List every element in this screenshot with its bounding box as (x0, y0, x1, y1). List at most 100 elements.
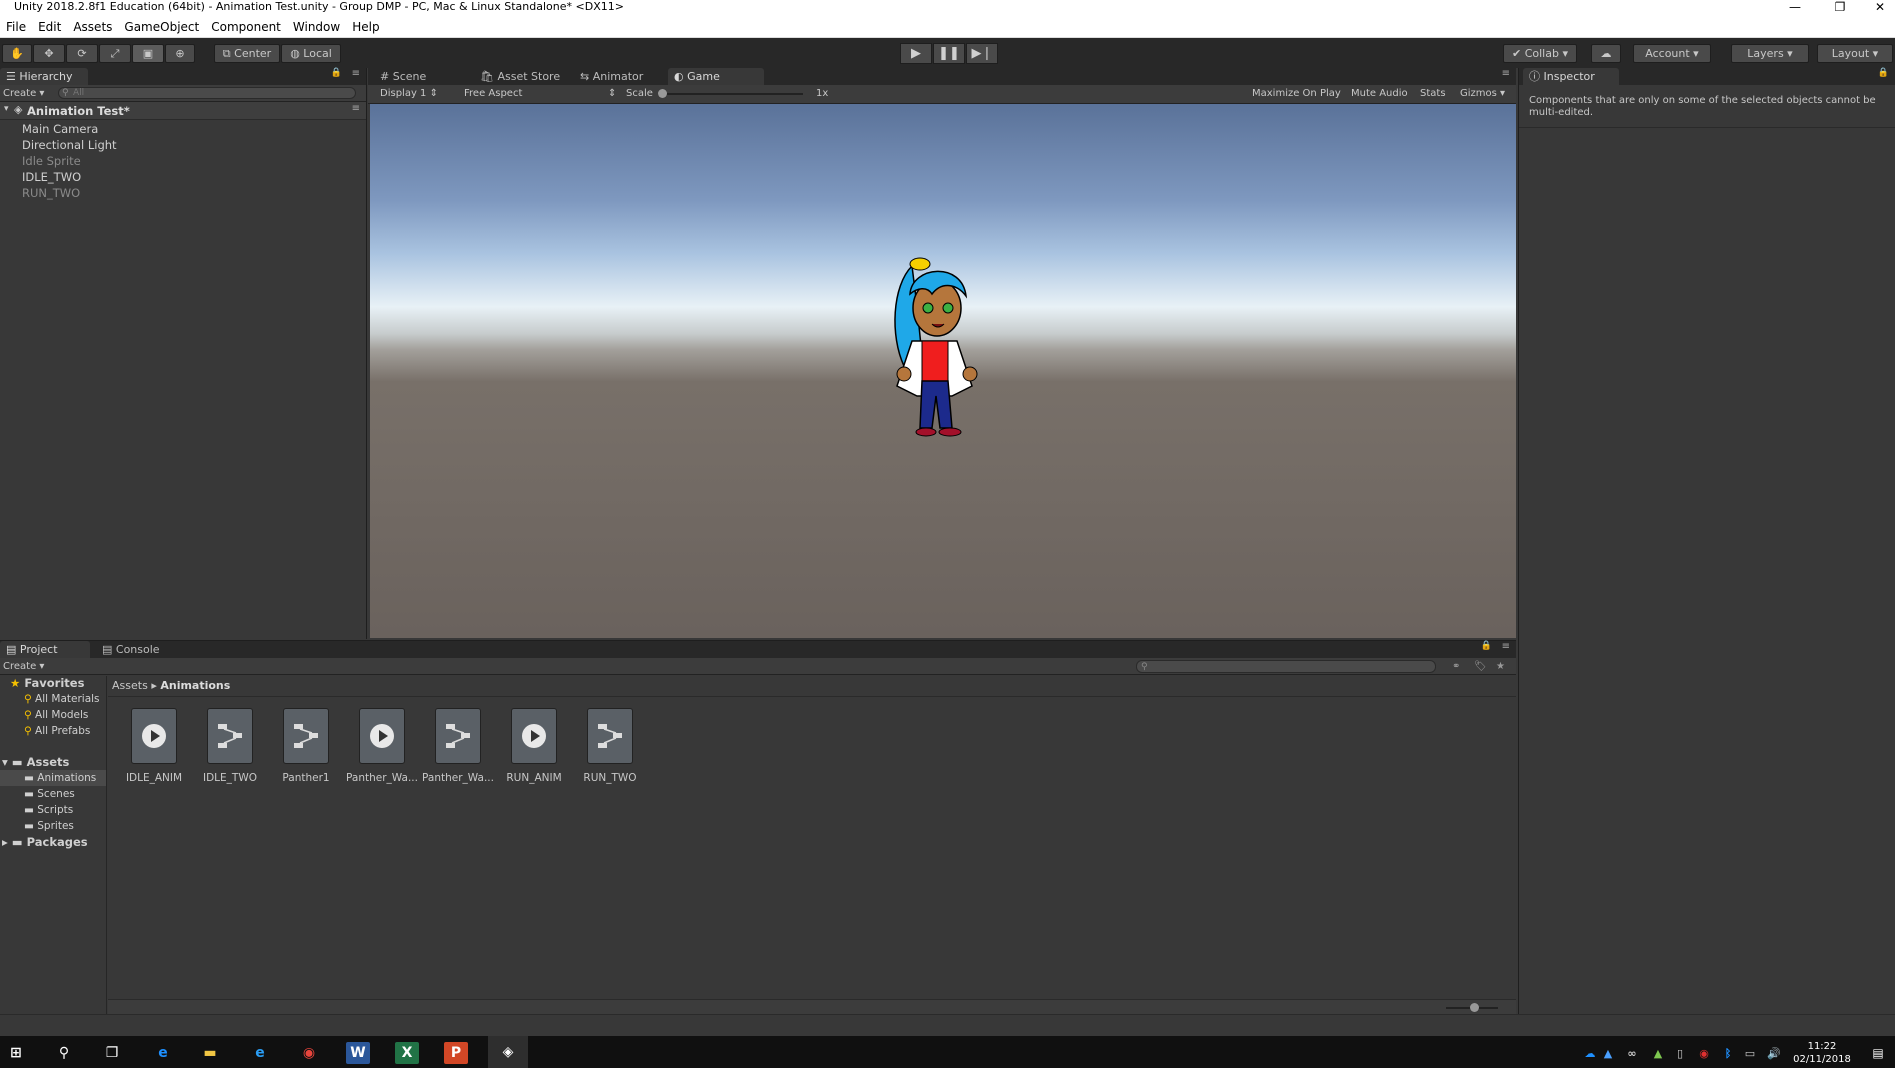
azure-icon[interactable]: ▲ (1596, 1042, 1620, 1064)
rotate-tool-button[interactable]: ⟳ (66, 44, 98, 63)
collab-button[interactable]: ✔ Collab ▾ (1503, 44, 1577, 63)
scale-tool-button[interactable]: ⤢ (99, 44, 131, 63)
pivot-local-button[interactable]: ◍ Local (281, 44, 341, 63)
hierarchy-item[interactable]: RUN_TWO (22, 185, 80, 201)
tab-game[interactable]: ◐ Game (668, 68, 764, 85)
folder-scripts[interactable]: ▬ Scripts (24, 803, 73, 818)
favorite-item[interactable]: ⚲ All Materials (24, 692, 100, 707)
pause-button[interactable]: ❚❚ (933, 43, 965, 64)
move-tool-button[interactable]: ✥ (33, 44, 65, 63)
hierarchy-search-input[interactable] (58, 87, 356, 99)
step-button[interactable]: ▶❘ (966, 43, 998, 64)
play-button[interactable]: ▶ (900, 43, 932, 64)
tray-icon[interactable]: ∞ (1620, 1042, 1644, 1064)
lock-icon[interactable]: 🔒 (1878, 68, 1889, 78)
hierarchy-item[interactable]: Idle Sprite (22, 153, 81, 169)
layers-dropdown[interactable]: Layers ▾ (1731, 44, 1809, 63)
create-dropdown[interactable]: Create ▾ (3, 658, 44, 675)
folder-sprites[interactable]: ▬ Sprites (24, 819, 74, 834)
menu-gameobject[interactable]: GameObject (118, 14, 205, 40)
powerpoint-icon[interactable]: P (444, 1042, 468, 1064)
tab-scene[interactable]: # Scene (374, 68, 432, 85)
tray-icon[interactable]: ◉ (1692, 1042, 1716, 1064)
asset-item[interactable]: Panther1 (270, 708, 342, 784)
volume-icon[interactable]: 🔊 (1762, 1042, 1786, 1064)
packages-node[interactable]: ▸ ▬ Packages (2, 835, 88, 850)
minimize-button[interactable]: — (1780, 0, 1810, 14)
unity-taskbar-icon[interactable]: ◈ (488, 1036, 528, 1068)
game-viewport[interactable] (370, 104, 1516, 638)
task-view-icon[interactable]: ❐ (100, 1042, 124, 1064)
tab-console[interactable]: ▤ Console (96, 641, 166, 658)
menu-file[interactable]: File (0, 14, 32, 40)
excel-icon[interactable]: X (395, 1042, 419, 1064)
breadcrumb-animations[interactable]: Animations (160, 679, 230, 692)
gizmos-dropdown[interactable]: Gizmos ▾ (1460, 85, 1505, 102)
layout-dropdown[interactable]: Layout ▾ (1817, 44, 1893, 63)
filter-label-icon[interactable]: 🏷 (1474, 658, 1487, 675)
asset-item[interactable]: RUN_ANIM (498, 708, 570, 784)
scene-menu-icon[interactable]: ≡ (352, 103, 360, 114)
favorite-item[interactable]: ⚲ All Models (24, 708, 88, 723)
menu-edit[interactable]: Edit (32, 14, 67, 40)
assets-node[interactable]: ▾ ▬ Assets (2, 755, 69, 770)
hand-tool-button[interactable]: ✋ (2, 44, 32, 63)
tab-inspector[interactable]: ⓘ Inspector (1523, 68, 1619, 85)
create-dropdown[interactable]: Create ▾ (3, 85, 44, 102)
hierarchy-item[interactable]: Main Camera (22, 121, 98, 137)
notifications-icon[interactable]: ▤ (1866, 1042, 1890, 1064)
folder-scenes[interactable]: ▬ Scenes (24, 787, 75, 802)
search-icon[interactable]: ⚲ (52, 1042, 76, 1064)
mute-audio-toggle[interactable]: Mute Audio (1351, 85, 1408, 102)
pivot-center-button[interactable]: ⧉ Center (214, 44, 280, 63)
scene-row[interactable]: ▾ ◈ Animation Test* ≡ (0, 102, 366, 120)
expand-arrow-icon[interactable]: ▾ (4, 104, 9, 114)
asset-item[interactable]: Panther_Wa... (422, 708, 494, 784)
internet-explorer-icon[interactable]: e (248, 1042, 272, 1064)
panel-menu-icon[interactable]: ≡ (1502, 641, 1510, 652)
menu-help[interactable]: Help (346, 14, 385, 40)
asset-item[interactable]: IDLE_ANIM (118, 708, 190, 784)
display-dropdown[interactable]: Display 1 ⇕ (380, 85, 438, 102)
transform-tool-button[interactable]: ⊕ (165, 44, 195, 63)
account-dropdown[interactable]: Account ▾ (1633, 44, 1711, 63)
favorites-node[interactable]: ★ Favorites (10, 676, 84, 691)
hierarchy-item[interactable]: Directional Light (22, 137, 117, 153)
menu-window[interactable]: Window (287, 14, 346, 40)
cloud-button[interactable]: ☁ (1591, 44, 1621, 63)
tray-icon[interactable]: ▲ (1646, 1042, 1670, 1064)
menu-component[interactable]: Component (205, 14, 287, 40)
file-explorer-icon[interactable]: ▬ (198, 1042, 222, 1064)
chrome-icon[interactable]: ◉ (297, 1042, 321, 1064)
tab-asset-store[interactable]: 🛍 Asset Store (474, 68, 566, 85)
rect-tool-button[interactable]: ▣ (132, 44, 164, 63)
project-search-input[interactable]: ⚲ (1136, 660, 1436, 673)
lock-icon[interactable]: 🔒 (1481, 641, 1492, 651)
breadcrumb-assets[interactable]: Assets (112, 679, 148, 692)
favorite-item[interactable]: ⚲ All Prefabs (24, 724, 90, 739)
edge-icon[interactable]: e (151, 1042, 175, 1064)
asset-item[interactable]: Panther_Wa... (346, 708, 418, 784)
folder-animations[interactable]: ▬ Animations (24, 771, 96, 786)
panel-menu-icon[interactable]: ≡ (352, 68, 360, 79)
close-button[interactable]: ✕ (1865, 0, 1895, 14)
scale-slider-thumb[interactable] (658, 89, 667, 98)
asset-item[interactable]: RUN_TWO (574, 708, 646, 784)
hierarchy-item[interactable]: IDLE_TWO (22, 169, 81, 185)
icon-size-slider-thumb[interactable] (1470, 1003, 1479, 1012)
windows-start-icon[interactable]: ⊞ (4, 1042, 28, 1064)
tab-project[interactable]: ▤ Project (0, 641, 90, 658)
word-icon[interactable]: W (346, 1042, 370, 1064)
menu-assets[interactable]: Assets (67, 14, 118, 40)
tab-hierarchy[interactable]: ☰ Hierarchy (0, 68, 88, 85)
asset-item[interactable]: IDLE_TWO (194, 708, 266, 784)
bluetooth-icon[interactable]: ᛒ (1716, 1042, 1740, 1064)
scale-slider[interactable] (658, 93, 803, 95)
stats-toggle[interactable]: Stats (1420, 85, 1446, 102)
panel-menu-icon[interactable]: ≡ (1502, 68, 1510, 79)
network-icon[interactable]: ▭ (1738, 1042, 1762, 1064)
lock-icon[interactable]: 🔒 (331, 68, 342, 78)
aspect-dropdown[interactable]: Free Aspect ⇕ (464, 85, 624, 102)
restore-button[interactable]: ❐ (1825, 0, 1855, 14)
maximize-on-play-toggle[interactable]: Maximize On Play (1252, 85, 1341, 102)
